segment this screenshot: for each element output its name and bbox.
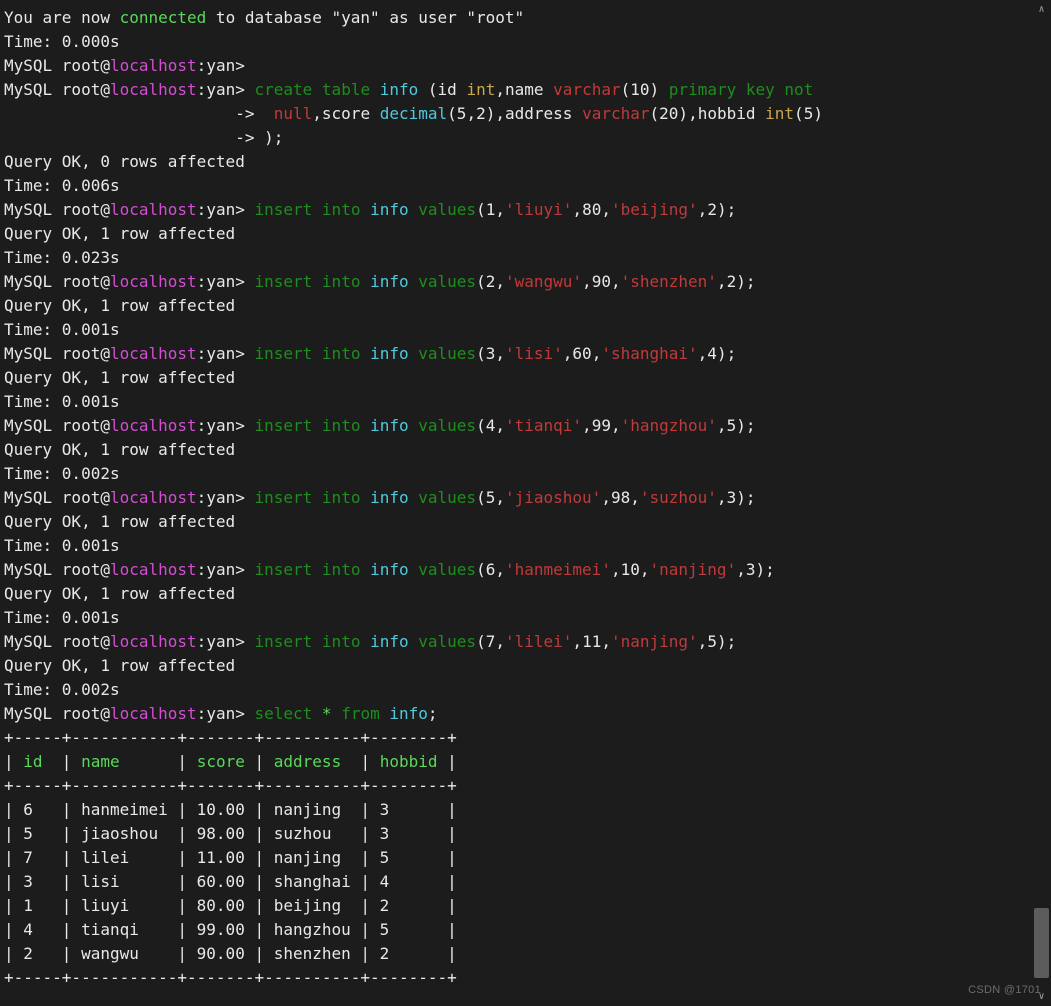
terminal-window: You are now connected to database "yan" … [0, 0, 1051, 1006]
scrollbar[interactable]: ∧ ∨ [1032, 0, 1051, 1006]
terminal-viewport[interactable]: You are now connected to database "yan" … [0, 0, 1032, 1006]
scrollbar-thumb[interactable] [1034, 908, 1049, 978]
scroll-up-button[interactable]: ∧ [1032, 0, 1051, 19]
terminal-output[interactable]: You are now connected to database "yan" … [0, 0, 1032, 996]
watermark: CSDN @1701 [968, 978, 1041, 1002]
